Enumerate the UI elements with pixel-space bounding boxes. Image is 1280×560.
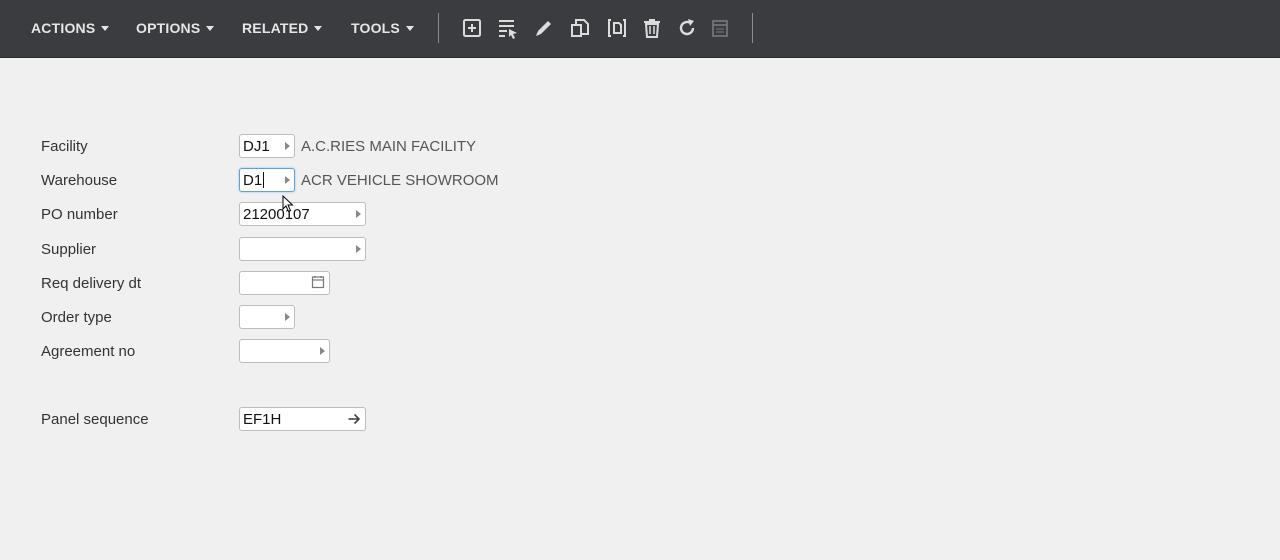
chevron-down-icon (314, 25, 323, 31)
copy-icon[interactable] (568, 16, 592, 40)
facility-label: Facility (41, 138, 88, 155)
chevron-right-icon[interactable] (320, 347, 325, 355)
related-menu[interactable]: RELATED (242, 0, 323, 57)
tools-menu[interactable]: TOOLS (351, 0, 414, 57)
select-icon[interactable] (496, 16, 520, 40)
facility-description: A.C.RIES MAIN FACILITY (301, 138, 477, 155)
order-type-input[interactable] (239, 305, 295, 329)
facility-input[interactable]: DJ1 (239, 134, 295, 158)
supplier-label: Supplier (41, 241, 97, 258)
arrow-right-icon[interactable] (347, 412, 361, 426)
text-cursor (263, 172, 265, 188)
new-icon[interactable] (460, 16, 484, 40)
panel-sequence-value: EF1H (243, 411, 282, 428)
toolbar-divider (438, 13, 439, 43)
toolbar-divider (752, 13, 753, 43)
req-delivery-dt-label: Req delivery dt (41, 275, 142, 292)
display-icon[interactable] (605, 16, 629, 40)
warehouse-description: ACR VEHICLE SHOWROOM (301, 172, 499, 189)
chevron-down-icon (101, 25, 110, 31)
delete-icon[interactable] (640, 16, 664, 40)
tools-menu-label: TOOLS (351, 20, 400, 36)
warehouse-input[interactable]: D1 (239, 168, 295, 192)
calendar-icon (708, 16, 732, 40)
po-number-input[interactable]: 21200107 (239, 202, 366, 226)
options-menu[interactable]: OPTIONS (136, 0, 215, 57)
related-menu-label: RELATED (242, 20, 309, 36)
req-delivery-dt-input[interactable] (239, 271, 330, 295)
agreement-no-input[interactable] (239, 339, 330, 363)
panel-sequence-input[interactable]: EF1H (239, 407, 366, 431)
po-number-label: PO number (41, 206, 118, 223)
supplier-input[interactable] (239, 237, 366, 261)
options-menu-label: OPTIONS (136, 20, 201, 36)
agreement-no-label: Agreement no (41, 343, 136, 360)
warehouse-label: Warehouse (41, 172, 118, 189)
chevron-down-icon (206, 25, 215, 31)
top-toolbar: ACTIONS OPTIONS RELATED TOOLS (0, 0, 1280, 58)
chevron-right-icon[interactable] (285, 313, 290, 321)
edit-icon[interactable] (532, 16, 556, 40)
warehouse-value: D1 (243, 172, 265, 189)
calendar-icon[interactable] (311, 275, 325, 289)
chevron-right-icon[interactable] (356, 245, 361, 253)
order-type-label: Order type (41, 309, 112, 326)
panel-sequence-label: Panel sequence (41, 411, 149, 428)
refresh-icon[interactable] (675, 16, 699, 40)
facility-value: DJ1 (243, 138, 270, 155)
actions-menu-label: ACTIONS (31, 20, 96, 36)
po-number-value: 21200107 (243, 206, 310, 223)
warehouse-value-text: D1 (243, 172, 263, 189)
chevron-right-icon[interactable] (285, 176, 290, 184)
chevron-down-icon (405, 25, 414, 31)
chevron-right-icon[interactable] (356, 210, 361, 218)
actions-menu[interactable]: ACTIONS (31, 0, 110, 57)
chevron-right-icon[interactable] (285, 142, 290, 150)
mouse-pointer-icon (282, 194, 294, 218)
